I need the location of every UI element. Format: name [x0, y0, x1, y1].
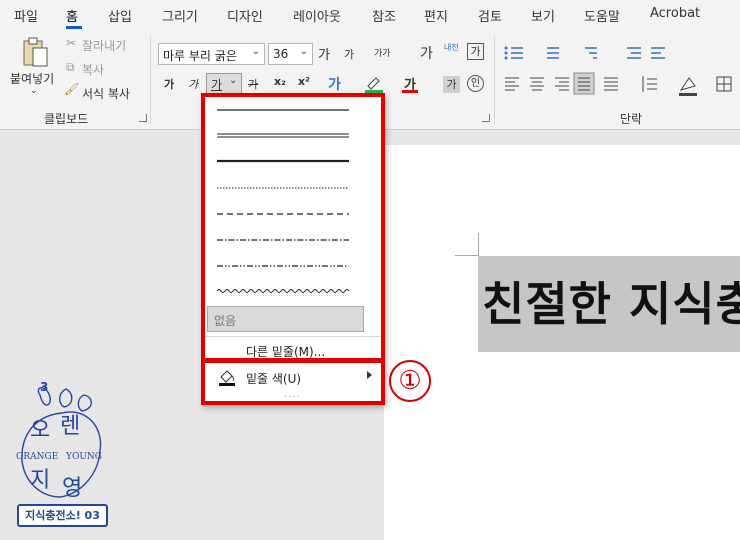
highlighter-icon[interactable]: [364, 74, 384, 94]
font-size-combo[interactable]: 36 ⌄: [268, 43, 313, 65]
chevron-down-icon: ⌄: [299, 46, 308, 57]
character-border-button[interactable]: 가: [467, 43, 484, 60]
crop-mark: [455, 255, 479, 256]
grow-font-button[interactable]: 가: [318, 44, 330, 63]
step-callout: ①: [389, 360, 431, 402]
tab-insert[interactable]: 삽입: [108, 6, 132, 25]
bold-button[interactable]: 가: [164, 76, 174, 92]
superscript-button[interactable]: x²: [298, 75, 310, 88]
strikethrough-button[interactable]: 가: [248, 76, 258, 92]
logo-orange-text: ORANGE: [16, 452, 59, 462]
chevron-down-icon: ⌄: [229, 75, 238, 86]
paragraph-group-label: 단락: [620, 112, 643, 126]
italic-button[interactable]: 가: [188, 76, 198, 92]
logo-badge: 지식충전소! 03: [17, 504, 108, 527]
ribbon-tab-bar: 파일 홈 삽입 그리기 디자인 레이아웃 참조 편지 검토 보기 도움말 Acr…: [0, 0, 740, 30]
character-shading-button[interactable]: 가: [443, 76, 460, 93]
selected-text: 친절한 지식충: [482, 277, 740, 331]
paste-dropdown-chevron-icon[interactable]: ⌄: [30, 86, 38, 96]
underline-wave[interactable]: [217, 289, 350, 293]
chevron-down-icon: ⌄: [251, 46, 260, 57]
logo-number: 3: [40, 380, 49, 394]
shrink-font-button[interactable]: 가: [344, 46, 354, 62]
format-painter-icon: 🖌: [64, 82, 80, 96]
more-underlines-item[interactable]: 다른 밑줄(M)...: [246, 343, 325, 360]
paste-button-label[interactable]: 붙여넣기: [10, 70, 54, 87]
paragraph-tools: [504, 46, 732, 96]
tab-view[interactable]: 보기: [531, 6, 555, 25]
tab-draw[interactable]: 그리기: [162, 6, 198, 25]
resize-grip-icon[interactable]: ....: [284, 389, 301, 400]
font-color-swatch: [402, 90, 418, 93]
group-divider: [150, 36, 151, 124]
tab-references[interactable]: 참조: [372, 6, 396, 25]
font-size-value: 36: [273, 47, 289, 61]
underline-style-list: [217, 109, 350, 293]
font-name-combo[interactable]: 마루 부리 굵은 ⌄: [158, 43, 265, 65]
phonetic-guide-button[interactable]: 내천: [444, 42, 459, 53]
tab-file[interactable]: 파일: [14, 6, 38, 25]
tab-acrobat[interactable]: Acrobat: [650, 6, 700, 21]
underline-color-item[interactable]: 밑줄 색(U): [246, 370, 301, 387]
crop-mark: [478, 233, 479, 255]
logo-young-text: YOUNG: [66, 452, 102, 462]
scissors-icon: ✂: [66, 36, 77, 50]
copy-icon: ⧉: [66, 60, 75, 74]
clipboard-group-label: 클립보드: [44, 112, 89, 126]
logo-char-young: 영: [62, 476, 83, 501]
cut-button[interactable]: 잘라내기: [82, 37, 126, 54]
selected-text-block[interactable]: 친절한 지식충: [478, 256, 740, 352]
active-tab-indicator: [66, 26, 82, 29]
copy-button[interactable]: 복사: [82, 61, 104, 78]
change-case-button[interactable]: 가가: [374, 46, 391, 59]
menu-divider: [205, 336, 381, 337]
clipboard-dialog-launcher-icon[interactable]: [139, 114, 147, 122]
underline-button[interactable]: 가 ⌄: [206, 73, 242, 95]
font-dialog-launcher-icon[interactable]: [482, 114, 490, 122]
text-effects-button[interactable]: 가: [328, 74, 341, 94]
submenu-arrow-icon: [367, 371, 372, 379]
tab-help[interactable]: 도움말: [584, 6, 620, 25]
subscript-button[interactable]: x₂: [274, 75, 286, 88]
tab-review[interactable]: 검토: [478, 6, 502, 25]
paint-bucket-icon: [219, 370, 235, 386]
tab-design[interactable]: 디자인: [227, 6, 263, 25]
group-divider: [494, 36, 495, 124]
tab-layout[interactable]: 레이아웃: [293, 6, 341, 25]
tab-mailings[interactable]: 편지: [424, 6, 448, 25]
logo-char-ji: 지: [30, 468, 51, 493]
font-name-value: 마루 부리 굵은: [163, 49, 237, 63]
paste-icon[interactable]: [22, 36, 50, 68]
tab-home[interactable]: 홈: [66, 6, 78, 25]
clear-formatting-button[interactable]: 가: [420, 43, 433, 63]
logo-char-o: 오: [30, 418, 51, 443]
underline-button-label: 가: [211, 78, 223, 92]
format-painter-button[interactable]: 서식 복사: [82, 85, 130, 102]
underline-none-option[interactable]: 없음: [207, 306, 364, 332]
enclose-characters-button[interactable]: 인: [467, 75, 484, 92]
logo-char-ren: 렌: [60, 414, 81, 439]
